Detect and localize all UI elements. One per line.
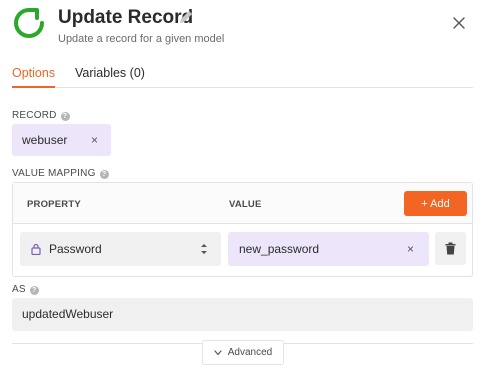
record-chip[interactable]: webuser × [12,124,111,156]
help-icon[interactable]: ? [29,285,39,295]
value-mapping-label-row: VALUE MAPPING ? [12,168,109,180]
value-field[interactable]: new_password × [228,232,429,266]
property-select[interactable]: Password [20,232,221,266]
property-select-value: Password [49,242,102,256]
modal-title: Update Record [58,7,194,28]
advanced-label: Advanced [227,347,273,358]
sort-icon [201,244,207,254]
help-icon[interactable]: ? [60,111,70,121]
add-mapping-button[interactable]: + Add [404,191,467,216]
column-header-value: VALUE [229,199,262,210]
modal-subtitle: Update a record for a given model [58,33,225,45]
refresh-icon [14,8,44,38]
lock-icon [31,243,41,255]
advanced-toggle-button[interactable]: Advanced [202,340,284,365]
tab-options[interactable]: Options [12,65,56,88]
delete-mapping-button[interactable] [435,232,466,265]
record-label-row: RECORD ? [12,110,70,122]
value-mapping-label: VALUE MAPPING [12,168,96,179]
close-icon[interactable] [452,16,466,30]
record-remove-icon[interactable]: × [91,134,98,146]
value-mapping-header: PROPERTY VALUE + Add [13,183,472,224]
chevron-down-icon [214,349,222,355]
record-label: RECORD [12,110,57,121]
as-label-row: AS ? [12,284,39,296]
tab-bar: Options Variables (0) [12,62,473,88]
record-chip-value: webuser [22,133,68,147]
pencil-icon[interactable] [178,9,194,25]
as-label: AS [12,284,26,295]
value-clear-icon[interactable]: × [407,242,414,256]
trash-icon [445,242,456,255]
as-field[interactable]: updatedWebuser [12,298,473,331]
tab-variables[interactable]: Variables (0) [75,65,145,81]
column-header-property: PROPERTY [27,199,81,210]
value-field-text: new_password [239,242,320,256]
help-icon[interactable]: ? [99,169,109,179]
modal-header: Update Record Update a record for a give… [0,0,485,52]
value-mapping-table: PROPERTY VALUE + Add Password new_passwo… [12,182,473,277]
